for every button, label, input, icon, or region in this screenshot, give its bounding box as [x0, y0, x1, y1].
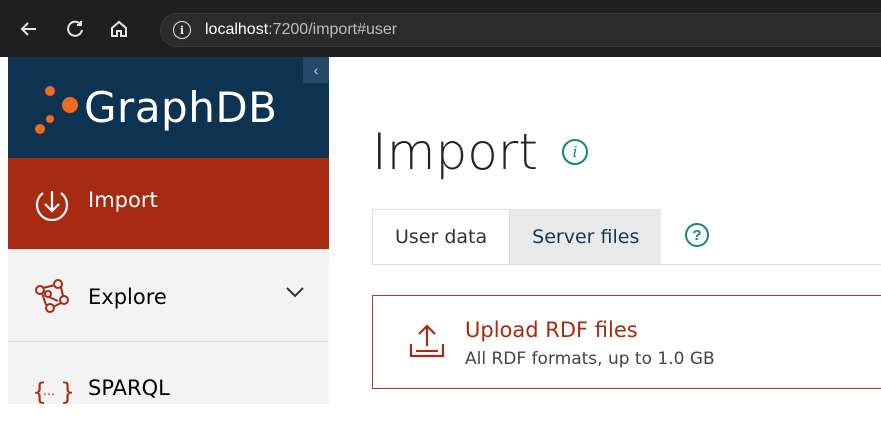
sparql-icon: { ··· }	[32, 372, 72, 412]
address-bar[interactable]: i localhost:7200/import#user	[160, 13, 881, 47]
svg-text:}: }	[60, 378, 72, 406]
brand-header[interactable]: GraphDB ‹	[8, 57, 329, 158]
sidebar-item-explore[interactable]: Explore	[8, 250, 329, 342]
help-icon[interactable]: ?	[685, 223, 709, 247]
collapse-sidebar-button[interactable]: ‹	[303, 57, 329, 83]
chevron-down-icon[interactable]	[285, 286, 305, 298]
sidebar-item-label: Explore	[88, 285, 167, 309]
import-icon	[32, 184, 72, 224]
graphdb-logo-icon	[35, 86, 78, 134]
main-content: Import i User data Server files ? Upload…	[329, 57, 881, 404]
info-icon[interactable]: i	[562, 139, 588, 165]
sidebar-item-import[interactable]: Import	[8, 158, 329, 250]
url-text[interactable]: localhost:7200/import#user	[205, 21, 397, 39]
browser-toolbar: i localhost:7200/import#user	[0, 0, 881, 57]
sidebar-item-label: SPARQL	[88, 376, 170, 400]
sidebar: GraphDB ‹ Import Explore { ··· SPARQL	[8, 57, 329, 406]
reload-icon[interactable]	[60, 14, 90, 44]
tabs-divider	[372, 264, 881, 265]
tab-server-files[interactable]: Server files	[510, 209, 662, 265]
site-info-icon[interactable]: i	[173, 21, 191, 39]
svg-text:···: ···	[43, 386, 55, 401]
page-title: Import	[372, 123, 538, 181]
brand-name: GraphDB	[84, 83, 278, 132]
upload-icon	[409, 324, 445, 358]
explore-icon	[32, 276, 72, 316]
back-icon[interactable]	[14, 14, 44, 44]
home-icon[interactable]	[104, 14, 134, 44]
upload-subtitle: All RDF formats, up to 1.0 GB	[465, 349, 715, 369]
sidebar-item-sparql[interactable]: { ··· } SPARQL	[8, 342, 329, 434]
import-tabs: User data Server files	[372, 209, 662, 265]
upload-rdf-files-button[interactable]: Upload RDF files All RDF formats, up to …	[372, 295, 881, 389]
upload-title: Upload RDF files	[465, 318, 638, 342]
sidebar-item-label: Import	[88, 188, 158, 212]
tab-user-data[interactable]: User data	[372, 209, 511, 265]
